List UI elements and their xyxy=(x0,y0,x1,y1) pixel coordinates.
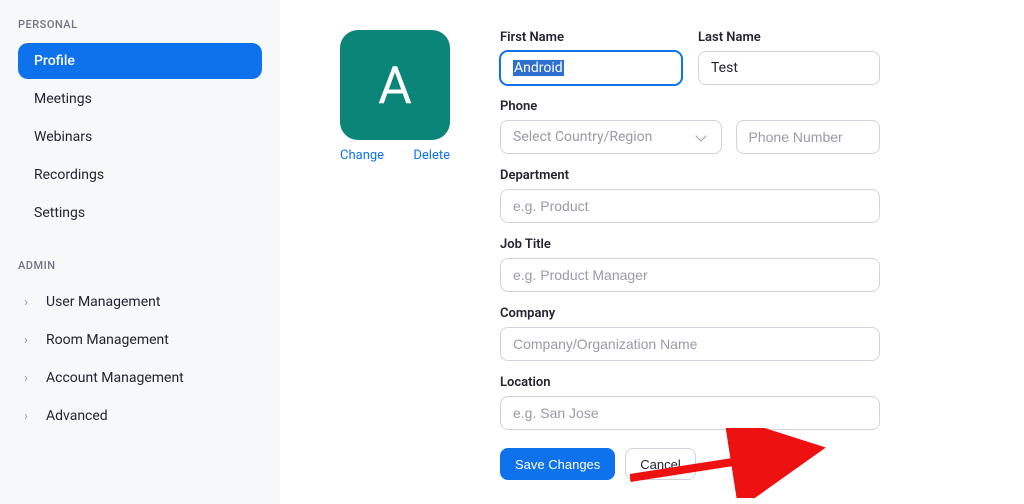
form-buttons: Save Changes Cancel xyxy=(500,448,880,480)
sidebar-item-label: User Management xyxy=(46,294,160,310)
company-input[interactable] xyxy=(500,327,880,361)
first-name-label: First Name xyxy=(500,30,682,45)
chevron-right-icon: › xyxy=(24,333,38,348)
department-input[interactable] xyxy=(500,189,880,223)
avatar-actions: Change Delete xyxy=(340,148,450,163)
avatar[interactable]: A xyxy=(340,30,450,140)
sidebar-header-personal: PERSONAL xyxy=(18,18,262,31)
chevron-right-icon: › xyxy=(24,371,38,386)
job-title-input[interactable] xyxy=(500,258,880,292)
sidebar-item-recordings[interactable]: Recordings xyxy=(18,157,262,193)
chevron-right-icon: › xyxy=(24,295,38,310)
sidebar-item-label: Room Management xyxy=(46,332,169,348)
phone-country-select[interactable]: Select Country/Region xyxy=(500,120,722,154)
sidebar-item-profile[interactable]: Profile xyxy=(18,43,262,79)
main-content: A Change Delete First Name Android Last … xyxy=(280,0,1024,504)
sidebar-item-meetings[interactable]: Meetings xyxy=(18,81,262,117)
sidebar-item-webinars[interactable]: Webinars xyxy=(18,119,262,155)
location-label: Location xyxy=(500,375,880,390)
avatar-initial: A xyxy=(378,55,412,116)
first-name-input[interactable]: Android xyxy=(500,51,682,85)
avatar-change-link[interactable]: Change xyxy=(340,148,384,163)
sidebar-header-admin: ADMIN xyxy=(18,259,262,272)
location-input[interactable] xyxy=(500,396,880,430)
first-name-value: Android xyxy=(513,60,564,76)
sidebar: PERSONAL Profile Meetings Webinars Recor… xyxy=(0,0,280,504)
last-name-input[interactable]: Test xyxy=(698,51,880,85)
sidebar-item-user-management[interactable]: › User Management xyxy=(18,284,262,320)
department-label: Department xyxy=(500,168,880,183)
phone-country-placeholder: Select Country/Region xyxy=(513,129,652,145)
sidebar-personal-list: Profile Meetings Webinars Recordings Set… xyxy=(18,43,262,231)
last-name-value: Test xyxy=(711,60,738,76)
save-button[interactable]: Save Changes xyxy=(500,448,615,480)
sidebar-admin-list: › User Management › Room Management › Ac… xyxy=(18,284,262,434)
phone-label: Phone xyxy=(500,99,880,114)
cancel-button[interactable]: Cancel xyxy=(625,448,695,480)
sidebar-item-account-management[interactable]: › Account Management xyxy=(18,360,262,396)
job-title-label: Job Title xyxy=(500,237,880,252)
chevron-right-icon: › xyxy=(24,409,38,424)
sidebar-item-label: Advanced xyxy=(46,408,108,424)
profile-form: First Name Android Last Name Test Phone … xyxy=(500,30,880,504)
sidebar-item-room-management[interactable]: › Room Management xyxy=(18,322,262,358)
company-label: Company xyxy=(500,306,880,321)
last-name-label: Last Name xyxy=(698,30,880,45)
avatar-delete-link[interactable]: Delete xyxy=(413,148,450,163)
avatar-column: A Change Delete xyxy=(340,30,500,504)
sidebar-item-advanced[interactable]: › Advanced xyxy=(18,398,262,434)
sidebar-item-settings[interactable]: Settings xyxy=(18,195,262,231)
sidebar-item-label: Account Management xyxy=(46,370,184,386)
chevron-down-icon xyxy=(695,130,706,141)
phone-number-input[interactable] xyxy=(736,120,880,154)
